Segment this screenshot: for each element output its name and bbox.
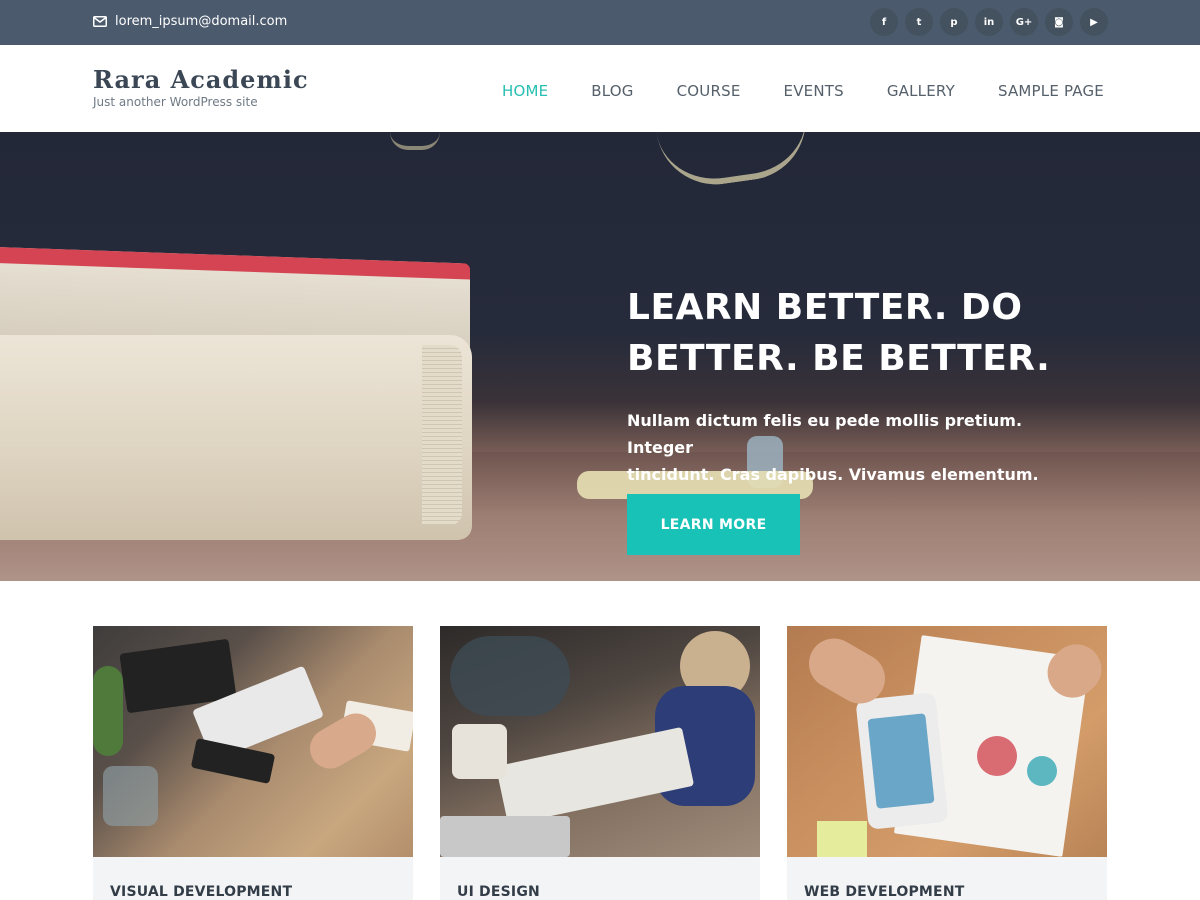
hero-content: LEARN BETTER. DO BETTER. BE BETTER. Null… xyxy=(627,282,1087,488)
chalk-scribble-image xyxy=(656,132,814,193)
course-card[interactable]: UI DESIGN xyxy=(440,626,760,900)
hero-subtitle-line: Nullam dictum felis eu pede mollis preti… xyxy=(627,411,1023,457)
card-title[interactable]: UI DESIGN xyxy=(457,884,540,900)
hero-subtitle-line: tincidunt. Cras dapibus. Vivamus element… xyxy=(627,465,1039,484)
nav-item-gallery[interactable]: GALLERY xyxy=(887,82,955,100)
nav-item-blog[interactable]: BLOG xyxy=(591,82,633,100)
hero-title-line: LEARN BETTER. DO xyxy=(627,287,1023,328)
course-card[interactable]: WEB DEVELOPMENT xyxy=(787,626,1107,900)
twitter-icon[interactable]: t xyxy=(905,8,933,36)
linkedin-icon[interactable]: in xyxy=(975,8,1003,36)
nav-item-course[interactable]: COURSE xyxy=(677,82,741,100)
youtube-icon[interactable]: ▶ xyxy=(1080,8,1108,36)
hero-title: LEARN BETTER. DO BETTER. BE BETTER. xyxy=(627,282,1087,384)
card-title[interactable]: VISUAL DEVELOPMENT xyxy=(110,884,292,900)
hero-subtitle: Nullam dictum felis eu pede mollis preti… xyxy=(627,407,1087,488)
hero-title-line: BETTER. BE BETTER. xyxy=(627,338,1051,379)
card-image[interactable] xyxy=(440,626,760,857)
learn-more-button[interactable]: LEARN MORE xyxy=(627,494,800,555)
instagram-icon[interactable]: ◙ xyxy=(1045,8,1073,36)
nav-item-events[interactable]: EVENTS xyxy=(784,82,844,100)
card-image[interactable] xyxy=(787,626,1107,857)
facebook-icon[interactable]: f xyxy=(870,8,898,36)
envelope-icon xyxy=(93,16,107,27)
social-links: f t p in G+ ◙ ▶ xyxy=(870,8,1108,36)
site-branding[interactable]: Rara Academic Just another WordPress sit… xyxy=(93,65,309,109)
email-text: lorem_ipsum@domail.com xyxy=(115,14,288,29)
nav-item-home[interactable]: HOME xyxy=(502,82,548,100)
google-plus-icon[interactable]: G+ xyxy=(1010,8,1038,36)
book-pages xyxy=(422,345,462,525)
top-bar: lorem_ipsum@domail.com f t p in G+ ◙ ▶ xyxy=(0,0,1200,45)
card-image[interactable] xyxy=(93,626,413,857)
pinterest-icon[interactable]: p xyxy=(940,8,968,36)
course-card[interactable]: VISUAL DEVELOPMENT xyxy=(93,626,413,900)
book-image xyxy=(0,335,472,540)
site-tagline: Just another WordPress site xyxy=(93,95,258,109)
contact-email[interactable]: lorem_ipsum@domail.com xyxy=(93,14,287,29)
chalk-scribble-image xyxy=(390,132,440,150)
site-header: Rara Academic Just another WordPress sit… xyxy=(0,45,1200,132)
card-title[interactable]: WEB DEVELOPMENT xyxy=(804,884,964,900)
nav-item-sample-page[interactable]: SAMPLE PAGE xyxy=(998,82,1104,100)
main-navigation: HOME BLOG COURSE EVENTS GALLERY SAMPLE P… xyxy=(502,82,1104,100)
site-title[interactable]: Rara Academic xyxy=(93,65,309,94)
